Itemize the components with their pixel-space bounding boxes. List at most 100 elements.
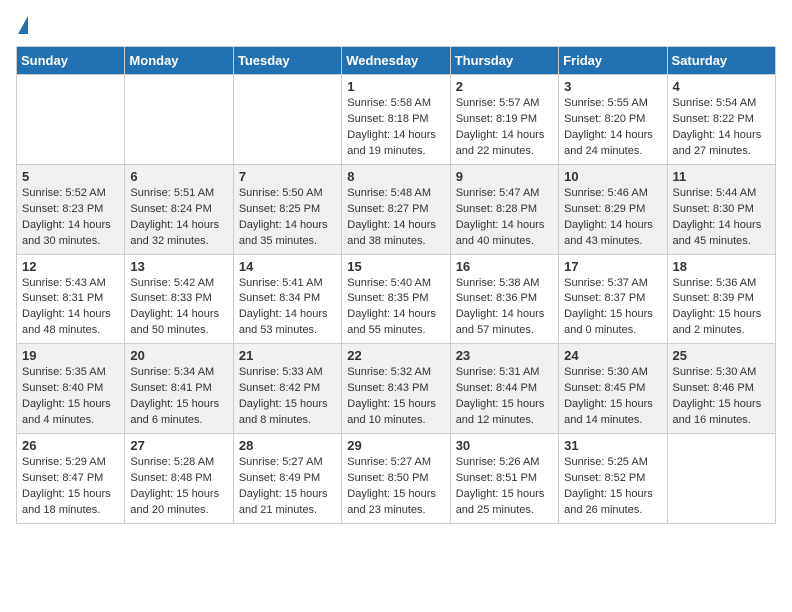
calendar-cell: 12 Sunrise: 5:43 AM Sunset: 8:31 PM Dayli… [17, 254, 125, 344]
calendar-cell: 13 Sunrise: 5:42 AM Sunset: 8:33 PM Dayli… [125, 254, 233, 344]
col-header-thursday: Thursday [450, 47, 558, 75]
calendar-cell: 19 Sunrise: 5:35 AM Sunset: 8:40 PM Dayli… [17, 344, 125, 434]
calendar-cell [667, 434, 775, 524]
day-info: Sunrise: 5:27 AM Sunset: 8:49 PM Dayligh… [239, 455, 336, 519]
calendar-cell: 30 Sunrise: 5:26 AM Sunset: 8:51 PM Dayli… [450, 434, 558, 524]
calendar-cell: 5 Sunrise: 5:52 AM Sunset: 8:23 PM Daylig… [17, 164, 125, 254]
day-number: 10 [564, 169, 661, 184]
calendar-cell: 21 Sunrise: 5:33 AM Sunset: 8:42 PM Dayli… [233, 344, 341, 434]
day-number: 21 [239, 348, 336, 363]
calendar-cell: 2 Sunrise: 5:57 AM Sunset: 8:19 PM Daylig… [450, 75, 558, 165]
calendar-cell: 25Sunrise: 5:30 AM Sunset: 8:46 PM Dayli… [667, 344, 775, 434]
day-number: 4 [673, 79, 770, 94]
day-info: Sunrise: 5:42 AM Sunset: 8:33 PM Dayligh… [130, 276, 227, 340]
calendar-cell: 4 Sunrise: 5:54 AM Sunset: 8:22 PM Daylig… [667, 75, 775, 165]
calendar-cell: 22 Sunrise: 5:32 AM Sunset: 8:43 PM Dayli… [342, 344, 450, 434]
day-info: Sunrise: 5:30 AM Sunset: 8:45 PM Dayligh… [564, 365, 661, 429]
calendar-cell: 11 Sunrise: 5:44 AM Sunset: 8:30 PM Dayli… [667, 164, 775, 254]
col-header-monday: Monday [125, 47, 233, 75]
day-number: 27 [130, 438, 227, 453]
day-info: Sunrise: 5:52 AM Sunset: 8:23 PM Dayligh… [22, 186, 119, 250]
day-number: 7 [239, 169, 336, 184]
day-info: Sunrise: 5:32 AM Sunset: 8:43 PM Dayligh… [347, 365, 444, 429]
day-number: 1 [347, 79, 444, 94]
day-number: 8 [347, 169, 444, 184]
day-info: Sunrise: 5:26 AM Sunset: 8:51 PM Dayligh… [456, 455, 553, 519]
calendar-cell: 7 Sunrise: 5:50 AM Sunset: 8:25 PM Daylig… [233, 164, 341, 254]
day-info: Sunrise: 5:33 AM Sunset: 8:42 PM Dayligh… [239, 365, 336, 429]
calendar-cell: 29 Sunrise: 5:27 AM Sunset: 8:50 PM Dayli… [342, 434, 450, 524]
calendar-cell: 20 Sunrise: 5:34 AM Sunset: 8:41 PM Dayli… [125, 344, 233, 434]
day-number: 17 [564, 259, 661, 274]
day-info: Sunrise: 5:25 AM Sunset: 8:52 PM Dayligh… [564, 455, 661, 519]
day-number: 24 [564, 348, 661, 363]
day-number: 18 [673, 259, 770, 274]
calendar-cell: 3 Sunrise: 5:55 AM Sunset: 8:20 PM Daylig… [559, 75, 667, 165]
day-number: 9 [456, 169, 553, 184]
day-number: 22 [347, 348, 444, 363]
col-header-tuesday: Tuesday [233, 47, 341, 75]
calendar-cell: 28 Sunrise: 5:27 AM Sunset: 8:49 PM Dayli… [233, 434, 341, 524]
day-info: Sunrise: 5:36 AM Sunset: 8:39 PM Dayligh… [673, 276, 770, 340]
calendar-cell: 1 Sunrise: 5:58 AM Sunset: 8:18 PM Daylig… [342, 75, 450, 165]
day-number: 2 [456, 79, 553, 94]
day-info: Sunrise: 5:47 AM Sunset: 8:28 PM Dayligh… [456, 186, 553, 250]
calendar-cell [233, 75, 341, 165]
day-number: 15 [347, 259, 444, 274]
day-info: Sunrise: 5:44 AM Sunset: 8:30 PM Dayligh… [673, 186, 770, 250]
day-number: 29 [347, 438, 444, 453]
day-info: Sunrise: 5:54 AM Sunset: 8:22 PM Dayligh… [673, 96, 770, 160]
day-info: Sunrise: 5:55 AM Sunset: 8:20 PM Dayligh… [564, 96, 661, 160]
day-info: Sunrise: 5:43 AM Sunset: 8:31 PM Dayligh… [22, 276, 119, 340]
day-number: 12 [22, 259, 119, 274]
col-header-sunday: Sunday [17, 47, 125, 75]
day-number: 20 [130, 348, 227, 363]
calendar-table: SundayMondayTuesdayWednesdayThursdayFrid… [16, 46, 776, 524]
day-number: 26 [22, 438, 119, 453]
day-info: Sunrise: 5:48 AM Sunset: 8:27 PM Dayligh… [347, 186, 444, 250]
calendar-cell: 8 Sunrise: 5:48 AM Sunset: 8:27 PM Daylig… [342, 164, 450, 254]
calendar-cell: 9 Sunrise: 5:47 AM Sunset: 8:28 PM Daylig… [450, 164, 558, 254]
logo [16, 16, 28, 36]
day-number: 14 [239, 259, 336, 274]
calendar-cell: 6Sunrise: 5:51 AM Sunset: 8:24 PM Daylig… [125, 164, 233, 254]
calendar-cell [125, 75, 233, 165]
day-number: 28 [239, 438, 336, 453]
logo-triangle-icon [18, 16, 28, 34]
day-info: Sunrise: 5:29 AM Sunset: 8:47 PM Dayligh… [22, 455, 119, 519]
day-number: 30 [456, 438, 553, 453]
day-info: Sunrise: 5:51 AM Sunset: 8:24 PM Dayligh… [130, 186, 227, 250]
day-info: Sunrise: 5:35 AM Sunset: 8:40 PM Dayligh… [22, 365, 119, 429]
day-info: Sunrise: 5:50 AM Sunset: 8:25 PM Dayligh… [239, 186, 336, 250]
day-number: 13 [130, 259, 227, 274]
calendar-cell: 15Sunrise: 5:40 AM Sunset: 8:35 PM Dayli… [342, 254, 450, 344]
day-number: 11 [673, 169, 770, 184]
day-number: 16 [456, 259, 553, 274]
day-info: Sunrise: 5:41 AM Sunset: 8:34 PM Dayligh… [239, 276, 336, 340]
col-header-wednesday: Wednesday [342, 47, 450, 75]
day-number: 19 [22, 348, 119, 363]
day-number: 23 [456, 348, 553, 363]
calendar-cell: 27 Sunrise: 5:28 AM Sunset: 8:48 PM Dayli… [125, 434, 233, 524]
col-header-friday: Friday [559, 47, 667, 75]
day-info: Sunrise: 5:34 AM Sunset: 8:41 PM Dayligh… [130, 365, 227, 429]
calendar-cell: 10 Sunrise: 5:46 AM Sunset: 8:29 PM Dayli… [559, 164, 667, 254]
day-number: 5 [22, 169, 119, 184]
day-info: Sunrise: 5:31 AM Sunset: 8:44 PM Dayligh… [456, 365, 553, 429]
calendar-cell: 17 Sunrise: 5:37 AM Sunset: 8:37 PM Dayli… [559, 254, 667, 344]
calendar-cell: 18 Sunrise: 5:36 AM Sunset: 8:39 PM Dayli… [667, 254, 775, 344]
col-header-saturday: Saturday [667, 47, 775, 75]
day-number: 3 [564, 79, 661, 94]
day-number: 31 [564, 438, 661, 453]
day-number: 25 [673, 348, 770, 363]
day-info: Sunrise: 5:57 AM Sunset: 8:19 PM Dayligh… [456, 96, 553, 160]
day-info: Sunrise: 5:58 AM Sunset: 8:18 PM Dayligh… [347, 96, 444, 160]
calendar-cell: 31 Sunrise: 5:25 AM Sunset: 8:52 PM Dayli… [559, 434, 667, 524]
day-info: Sunrise: 5:37 AM Sunset: 8:37 PM Dayligh… [564, 276, 661, 340]
calendar-cell: 16Sunrise: 5:38 AM Sunset: 8:36 PM Dayli… [450, 254, 558, 344]
day-info: Sunrise: 5:46 AM Sunset: 8:29 PM Dayligh… [564, 186, 661, 250]
calendar-cell: 26 Sunrise: 5:29 AM Sunset: 8:47 PM Dayli… [17, 434, 125, 524]
calendar-cell: 23 Sunrise: 5:31 AM Sunset: 8:44 PM Dayli… [450, 344, 558, 434]
day-info: Sunrise: 5:28 AM Sunset: 8:48 PM Dayligh… [130, 455, 227, 519]
day-info: Sunrise: 5:27 AM Sunset: 8:50 PM Dayligh… [347, 455, 444, 519]
